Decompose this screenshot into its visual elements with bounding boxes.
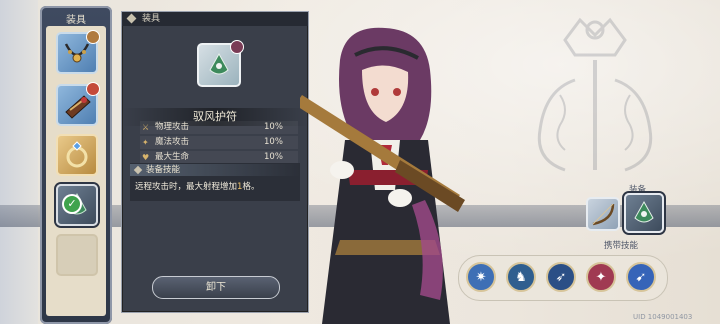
- skill-arrow-icon[interactable]: ➹: [626, 262, 656, 292]
- skill-desc-suffix: 格。: [242, 182, 260, 192]
- skill-rider-icon[interactable]: ♞: [506, 262, 536, 292]
- equip-skill-box: 装备技能 远程攻击时，最大射程增加1格。: [130, 163, 300, 201]
- stat-value: 10%: [264, 137, 283, 147]
- item-corner-badge-icon: [230, 40, 244, 54]
- heart-icon: ♥: [142, 153, 150, 162]
- skill-desc-prefix: 远程攻击时，最大射程增加: [135, 182, 238, 192]
- unequip-button[interactable]: 卸下: [152, 276, 280, 299]
- slot-badge-icon: [86, 82, 100, 96]
- panel-header-title: 装具: [142, 14, 161, 24]
- stat-row-magic-attack: ✦ 魔法攻击 10%: [140, 136, 298, 149]
- equip-slot-ring[interactable]: [56, 134, 98, 176]
- left-edge: [0, 0, 38, 324]
- skill-strike-icon[interactable]: ✦: [586, 262, 616, 292]
- amulet-icon: [626, 195, 662, 231]
- character-portrait: [300, 27, 465, 324]
- ring-icon: [58, 136, 96, 174]
- stat-row-physical-attack: ⚔ 物理攻击 10%: [140, 121, 298, 134]
- stat-value: 10%: [264, 122, 283, 132]
- skill-bow-icon[interactable]: ➶: [546, 262, 576, 292]
- equip-skill-title: 装备技能: [130, 164, 300, 176]
- stat-label: 魔法攻击: [155, 137, 190, 147]
- item-icon: [197, 40, 244, 87]
- equip-skill-description: 远程攻击时，最大射程增加1格。: [135, 180, 259, 192]
- bow-weapon-icon: [588, 199, 618, 229]
- equip-slot-weapon[interactable]: [586, 197, 620, 231]
- panel-header: 装具: [122, 12, 308, 26]
- skill-title-diamond-icon: [133, 165, 143, 175]
- equipped-check-icon: ✓: [64, 196, 80, 212]
- skill-burst-icon[interactable]: ✷: [466, 262, 496, 292]
- sword-icon: ⚔: [142, 123, 150, 132]
- uid-text: UID 1049001403: [633, 313, 693, 321]
- carry-skills-label: 携带技能: [604, 241, 639, 251]
- slot-badge-icon: [86, 30, 100, 44]
- header-diamond-icon: [126, 13, 137, 24]
- crest-emblem-icon: [537, 17, 653, 172]
- skill-title-text: 装备技能: [146, 165, 181, 175]
- item-detail-panel: 装具 驭风护符 ⚔ 物理攻击 10% ✦ 魔法攻击 10% ♥ 最大生命 10%…: [121, 11, 309, 313]
- equipment-column-title: 装具: [66, 15, 86, 26]
- equip-slot-accessory[interactable]: [624, 193, 664, 233]
- equip-slot-empty[interactable]: [56, 234, 98, 276]
- staff-icon: ✦: [142, 138, 149, 147]
- stat-label: 物理攻击: [155, 122, 190, 132]
